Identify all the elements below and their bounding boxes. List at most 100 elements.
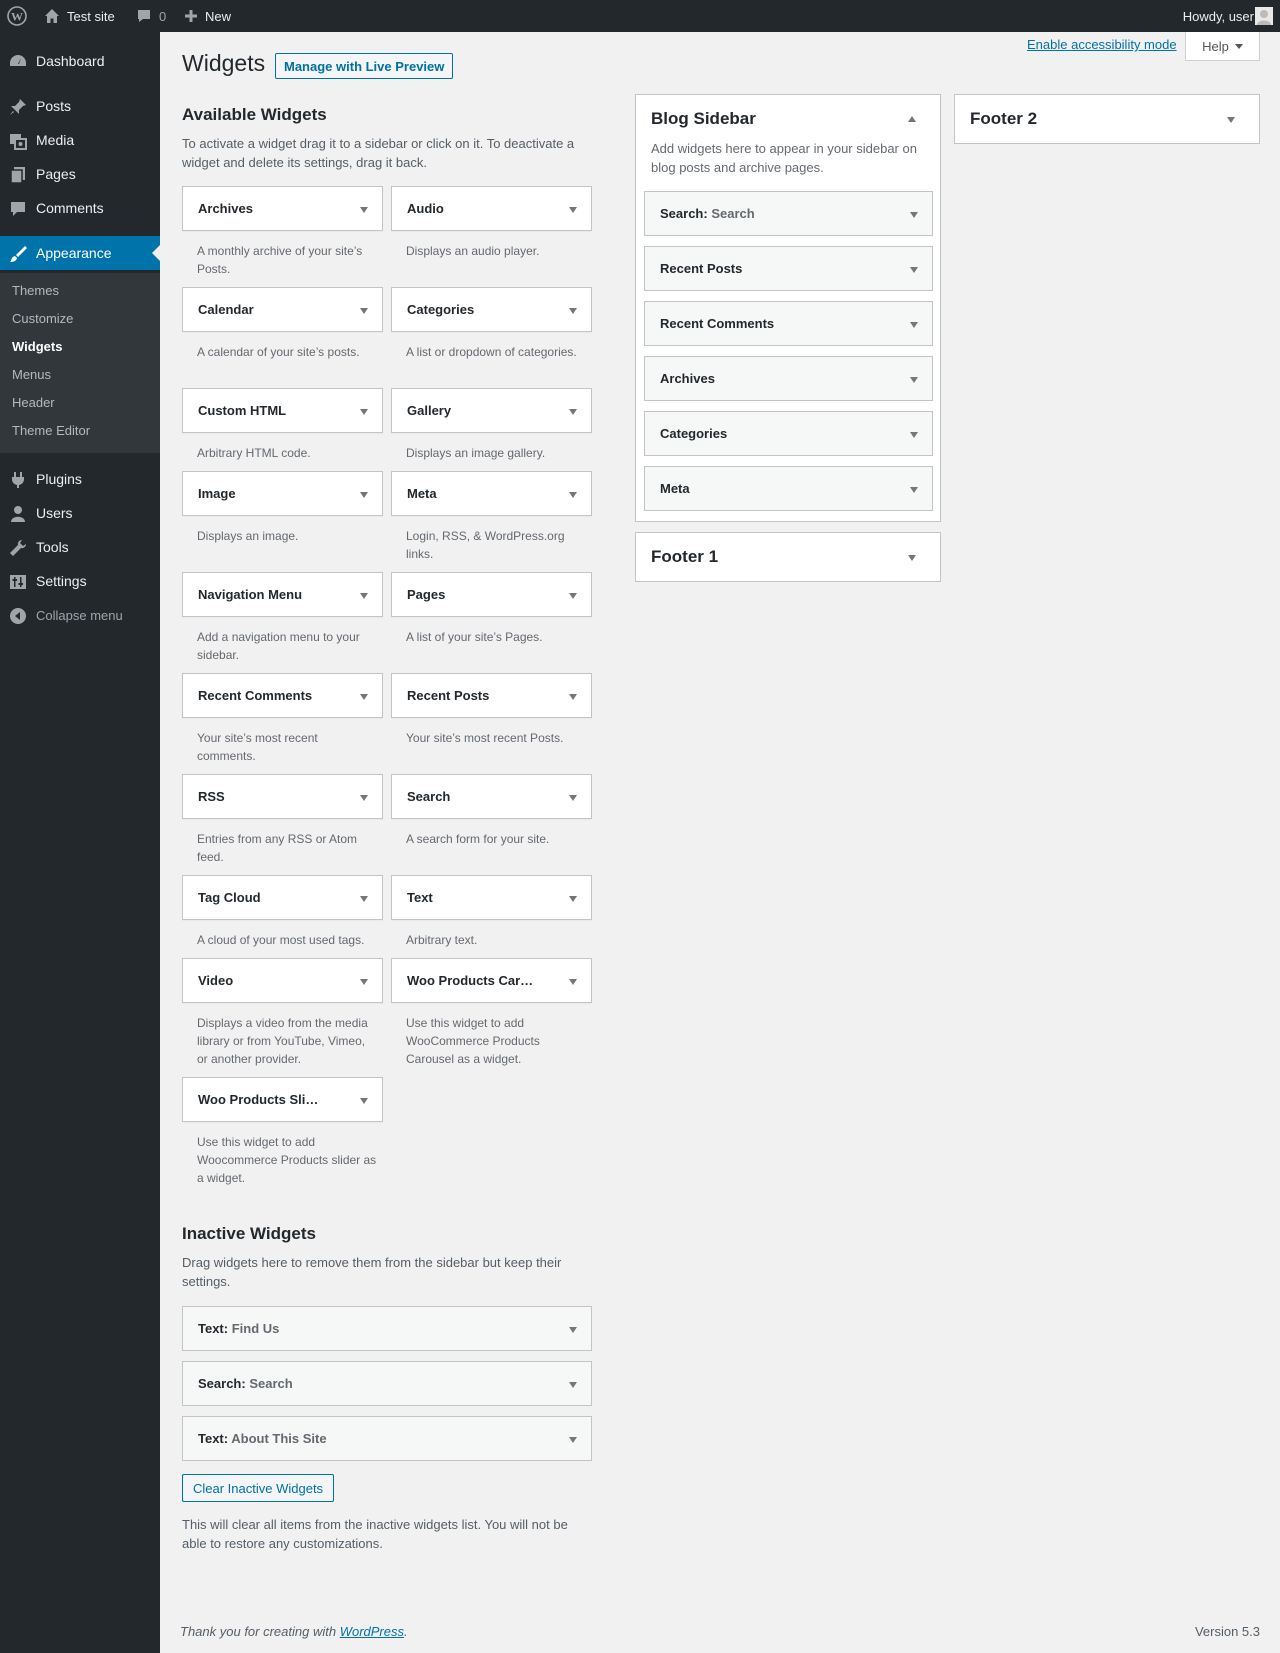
caret-down-icon[interactable] [360,694,368,700]
accessibility-mode-link[interactable]: Enable accessibility mode [1027,37,1177,52]
available-widgets-description: To activate a widget drag it to a sideba… [182,136,575,170]
caret-down-icon[interactable] [569,207,577,213]
widget-description: A search form for your site. [406,832,550,846]
widget-rss[interactable]: RSS [182,774,383,819]
caret-down-icon[interactable] [360,896,368,902]
caret-down-icon[interactable] [569,308,577,314]
caret-up-icon[interactable] [908,116,916,122]
blog-sidebar-area[interactable]: Blog Sidebar Add widgets here to appear … [635,94,941,522]
widget-text[interactable]: Text [391,875,592,920]
caret-down-icon[interactable] [360,409,368,415]
live-preview-button[interactable]: Manage with Live Preview [275,53,454,79]
widget-video[interactable]: Video [182,958,383,1003]
submenu-item-menus[interactable]: Menus [12,367,51,382]
caret-down-icon[interactable] [910,267,918,273]
new-content-link[interactable]: New [184,0,231,32]
submenu-item-header[interactable]: Header [12,395,55,410]
footer-1-area[interactable]: Footer 1 [635,532,941,582]
widget-calendar[interactable]: Calendar [182,287,383,332]
widget-image[interactable]: Image [182,471,383,516]
menu-item-comments[interactable]: Comments [0,191,160,225]
caret-down-icon[interactable] [910,377,918,383]
widget-archives[interactable]: Archives [182,186,383,231]
caret-down-icon[interactable] [569,1437,577,1443]
caret-down-icon[interactable] [569,492,577,498]
widget-audio[interactable]: Audio [391,186,592,231]
sidebar-widget-search[interactable]: Search: Search [644,191,933,236]
caret-down-icon[interactable] [569,795,577,801]
submenu-item-customize[interactable]: Customize [12,311,73,326]
caret-down-icon[interactable] [360,593,368,599]
caret-down-icon[interactable] [360,492,368,498]
caret-down-icon[interactable] [910,487,918,493]
sidebar-widget-archives[interactable]: Archives [644,356,933,401]
widget-description: Arbitrary HTML code. [197,446,311,460]
sidebar-widget-recent-comments[interactable]: Recent Comments [644,301,933,346]
widget-recent-posts[interactable]: Recent Posts [391,673,592,718]
caret-down-icon[interactable] [1227,117,1235,123]
wordpress-link[interactable]: WordPress [340,1624,404,1639]
comments-link[interactable]: 0 [136,0,166,32]
menu-item-plugins[interactable]: Plugins [0,462,160,496]
widget-categories[interactable]: Categories [391,287,592,332]
widget-pages[interactable]: Pages [391,572,592,617]
avatar[interactable] [1255,7,1273,25]
inactive-widget-text-find-us[interactable]: Text: Find Us [182,1306,592,1351]
inactive-widgets-heading: Inactive Widgets [182,1224,316,1243]
caret-down-icon[interactable] [569,694,577,700]
widget-navigation-menu[interactable]: Navigation Menu [182,572,383,617]
footer-thanks-prefix: Thank you for creating with [180,1624,337,1639]
caret-down-icon[interactable] [908,555,916,561]
caret-down-icon[interactable] [569,409,577,415]
widget-woo-products-carousel[interactable]: Woo Products Car… [391,958,592,1003]
widget-woo-products-slider[interactable]: Woo Products Sli… [182,1077,383,1122]
submenu-item-themes[interactable]: Themes [12,283,59,298]
menu-label: Appearance [36,245,112,261]
caret-down-icon[interactable] [360,1098,368,1104]
site-name-link[interactable]: Test site [44,0,115,32]
caret-down-icon[interactable] [569,1327,577,1333]
widget-meta[interactable]: Meta [391,471,592,516]
caret-down-icon[interactable] [569,979,577,985]
sidebar-widget-meta[interactable]: Meta [644,466,933,511]
pushpin-icon [8,97,28,117]
menu-item-pages[interactable]: Pages [0,157,160,191]
caret-down-icon[interactable] [910,322,918,328]
caret-down-icon[interactable] [360,207,368,213]
caret-down-icon[interactable] [360,308,368,314]
clear-inactive-widgets-button[interactable]: Clear Inactive Widgets [182,1474,335,1502]
help-tab-button[interactable]: Help [1185,32,1260,61]
inactive-widgets-description: Drag widgets here to remove them from th… [182,1255,562,1289]
caret-down-icon[interactable] [569,1382,577,1388]
sidebar-widget-categories[interactable]: Categories [644,411,933,456]
menu-item-dashboard[interactable]: Dashboard [0,44,160,78]
caret-down-icon[interactable] [910,432,918,438]
caret-down-icon[interactable] [910,212,918,218]
menu-item-users[interactable]: Users [0,496,160,530]
caret-down-icon[interactable] [569,593,577,599]
menu-item-appearance[interactable]: Appearance [0,236,160,270]
menu-item-media[interactable]: Media [0,123,160,157]
inactive-widget-search[interactable]: Search: Search [182,1361,592,1406]
caret-down-icon[interactable] [569,896,577,902]
submenu-item-widgets[interactable]: Widgets [12,339,62,354]
widget-title: Image [198,486,236,501]
menu-item-settings[interactable]: Settings [0,564,160,598]
widget-tag-cloud[interactable]: Tag Cloud [182,875,383,920]
widget-recent-comments[interactable]: Recent Comments [182,673,383,718]
widget-search[interactable]: Search [391,774,592,819]
submenu-item-theme-editor[interactable]: Theme Editor [12,423,90,438]
caret-down-icon[interactable] [360,979,368,985]
howdy-user[interactable]: Howdy, user [1183,0,1254,32]
sidebar-widget-recent-posts[interactable]: Recent Posts [644,246,933,291]
widget-title: Custom HTML [198,403,287,418]
inactive-widget-text-about[interactable]: Text: About This Site [182,1416,592,1461]
caret-down-icon[interactable] [360,795,368,801]
menu-item-posts[interactable]: Posts [0,89,160,123]
wordpress-logo-icon[interactable]: W [7,0,27,32]
widget-gallery[interactable]: Gallery [391,388,592,433]
collapse-menu-button[interactable]: Collapse menu [0,598,160,632]
footer-2-area[interactable]: Footer 2 [954,94,1260,144]
menu-item-tools[interactable]: Tools [0,530,160,564]
widget-custom-html[interactable]: Custom HTML [182,388,383,433]
